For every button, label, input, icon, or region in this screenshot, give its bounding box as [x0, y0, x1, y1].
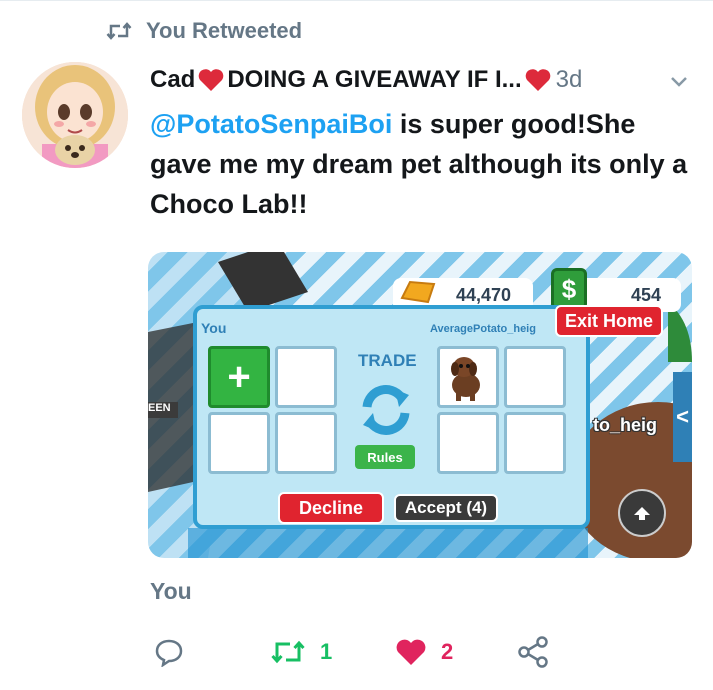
- reply-icon: [155, 639, 183, 667]
- like-button[interactable]: 2: [395, 632, 453, 672]
- like-count: 2: [441, 639, 454, 664]
- dollars-value: 454: [630, 284, 661, 305]
- trade-slot-pet[interactable]: [437, 346, 499, 408]
- tweet-media[interactable]: 44,470 454 $ Exit Home You AveragePotato…: [148, 252, 692, 558]
- retweeted-label: You Retweeted: [146, 18, 303, 43]
- player-name-tag: to_heig: [593, 415, 658, 435]
- heart-icon: [396, 639, 426, 665]
- trade-slot[interactable]: [437, 412, 499, 474]
- other-player-label: AveragePotato_heig: [430, 323, 536, 335]
- add-item-button[interactable]: +: [208, 346, 270, 408]
- footer-you-label: You: [150, 578, 192, 604]
- choco-lab-icon: [451, 357, 480, 401]
- arrow-up-icon: [634, 507, 650, 520]
- exit-home-button[interactable]: Exit Home: [555, 305, 663, 337]
- heart-emoji-icon: [525, 69, 550, 91]
- you-label: You: [201, 320, 227, 336]
- bucks-value: 44,470: [455, 284, 511, 305]
- timestamp[interactable]: 3d: [556, 66, 583, 94]
- tweet-actions: 1 2: [0, 632, 713, 672]
- retweet-icon: [271, 640, 305, 664]
- trade-label: TRADE: [358, 351, 417, 370]
- reply-button[interactable]: [154, 632, 184, 672]
- tweet-header: Cad DOING A GIVEAWAY IF I... 3d: [150, 62, 690, 98]
- share-icon: [518, 636, 548, 668]
- retweet-button[interactable]: 1: [270, 632, 332, 672]
- mention-link[interactable]: @PotatoSenpaiBoi: [150, 109, 392, 139]
- up-arrow-button[interactable]: [618, 489, 666, 537]
- side-label: EEN: [148, 402, 178, 418]
- share-button[interactable]: [516, 632, 550, 672]
- heart-emoji-icon: [199, 69, 224, 91]
- cash-icon: $: [551, 268, 587, 310]
- top-divider: [0, 0, 713, 1]
- retweet-context: You Retweeted: [106, 16, 302, 46]
- trade-slot[interactable]: [208, 412, 270, 474]
- trade-slot[interactable]: [504, 346, 566, 408]
- author-name[interactable]: Cad: [150, 66, 195, 94]
- refresh-icon: [362, 385, 410, 435]
- retweet-count: 1: [320, 639, 333, 664]
- decline-button[interactable]: Decline: [278, 492, 384, 524]
- rules-button[interactable]: Rules: [355, 445, 415, 469]
- side-tab-chevron[interactable]: <: [673, 372, 692, 462]
- accept-button[interactable]: Accept (4): [394, 494, 498, 522]
- avatar[interactable]: [22, 62, 128, 168]
- retweet-icon: [106, 22, 132, 40]
- chevron-down-icon[interactable]: [668, 70, 690, 92]
- trade-slot[interactable]: [275, 346, 337, 408]
- trade-slot[interactable]: [275, 412, 337, 474]
- tweet-text: @PotatoSenpaiBoi is super good!She gave …: [150, 104, 695, 224]
- author-name-cont[interactable]: DOING A GIVEAWAY IF I...: [227, 66, 521, 94]
- trade-slot[interactable]: [504, 412, 566, 474]
